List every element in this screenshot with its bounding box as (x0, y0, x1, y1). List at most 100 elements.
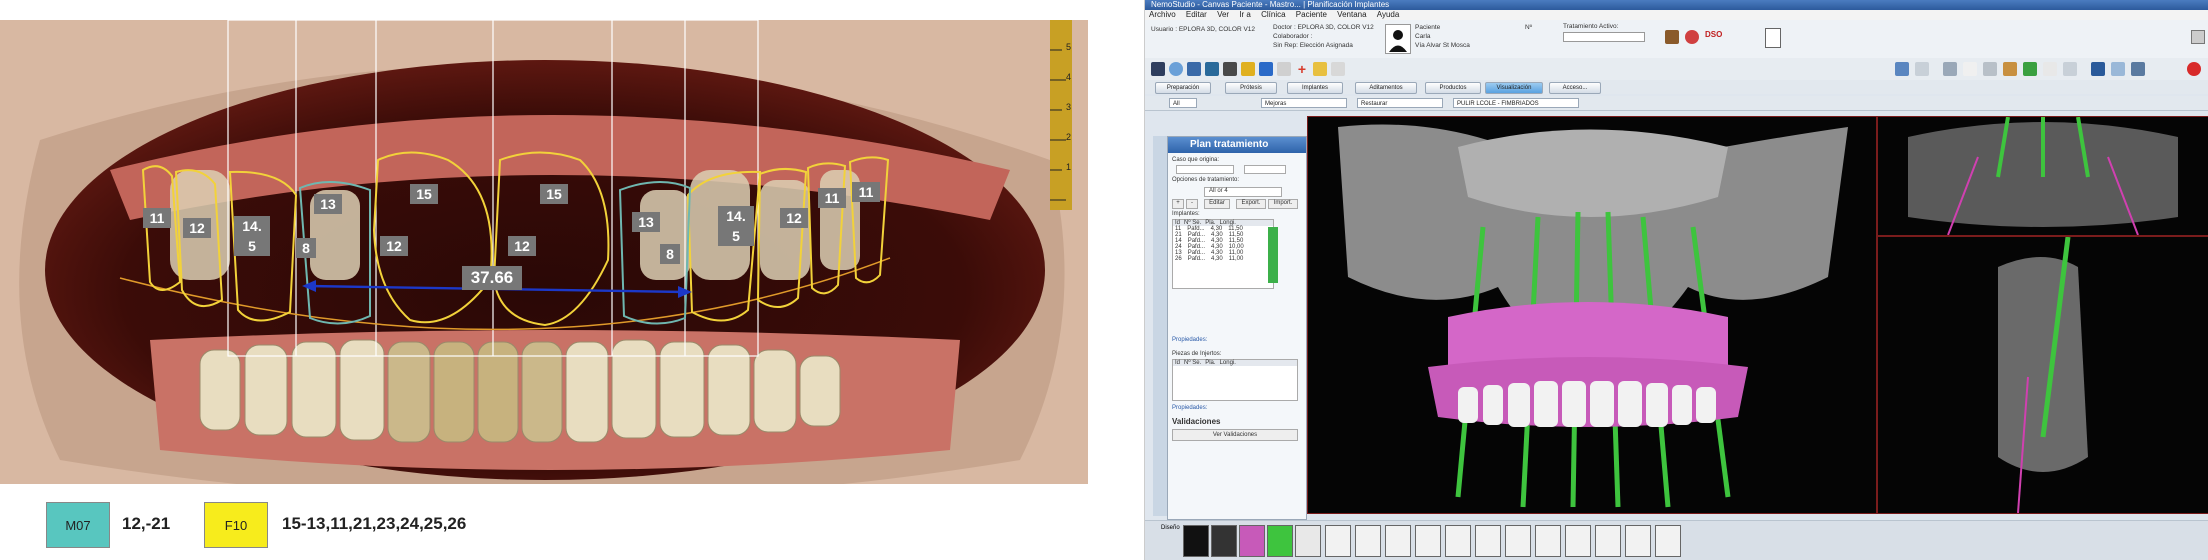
table-row[interactable]: 26 Pafd... 4,30 11,00 (1173, 256, 1273, 262)
sidebar-collapse-strip[interactable] (1153, 136, 1167, 516)
menu-ir-a[interactable]: Ir a (1239, 10, 1251, 19)
options-select[interactable]: All or 4 (1204, 187, 1282, 197)
menu-paciente[interactable]: Paciente (1296, 10, 1327, 19)
implants-label: Implantes: (1172, 211, 1200, 217)
3d-viewer[interactable] (1307, 116, 1877, 514)
document-icon[interactable] (2043, 62, 2057, 76)
cross-section-viewer[interactable] (1877, 236, 2208, 514)
filter-all[interactable]: All (1169, 98, 1197, 108)
zoom-icon[interactable] (1915, 62, 1929, 76)
thumbnail[interactable] (1505, 525, 1531, 557)
tooth-label: 13 (314, 194, 342, 214)
caso-select-2[interactable] (1244, 165, 1286, 174)
rotate-icon[interactable] (1331, 62, 1345, 76)
menu-ver[interactable]: Ver (1217, 10, 1229, 19)
menu-archivo[interactable]: Archivo (1149, 10, 1176, 19)
patient-label: Paciente (1415, 24, 1441, 31)
layout-icon[interactable] (1943, 62, 1957, 76)
tooth-label: 15 (410, 184, 438, 204)
lock-icon[interactable] (2003, 62, 2017, 76)
axial-slice-render (1908, 116, 2178, 236)
doctor-field: Doctor : EPLORA 3D, COLOR V12 (1273, 24, 1374, 31)
patient-avatar (1385, 24, 1411, 54)
menu-ayuda[interactable]: Ayuda (1377, 10, 1400, 19)
cross-section-render (1998, 236, 2088, 514)
thumbnail[interactable] (1211, 525, 1237, 557)
pencil-icon[interactable] (1241, 62, 1255, 76)
lungs-icon[interactable] (1685, 30, 1699, 44)
remove-button[interactable]: - (1186, 199, 1198, 209)
monitor-icon[interactable] (1205, 62, 1219, 76)
thumbnail[interactable] (1535, 525, 1561, 557)
thumbnail[interactable] (1565, 525, 1591, 557)
menu-ventana[interactable]: Ventana (1337, 10, 1366, 19)
tab-acceso[interactable]: Acceso... (1549, 82, 1601, 94)
user-field: Usuario : EPLORA 3D, COLOR V12 (1151, 26, 1256, 33)
thumbnail[interactable] (1183, 525, 1209, 557)
filter-pulir[interactable]: PULIR LCOLE - FIMBRIADOS (1453, 98, 1579, 108)
notepad-icon[interactable] (1765, 28, 1781, 48)
thumbnail[interactable] (1625, 525, 1651, 557)
implant-status-column (1268, 227, 1278, 283)
filter-restaurar[interactable]: Restaurar (1357, 98, 1443, 108)
tab-implantes[interactable]: Implantes (1287, 82, 1343, 94)
thumbnail[interactable] (1325, 525, 1351, 557)
import-button[interactable]: Import. (1268, 199, 1298, 209)
panel-icon[interactable] (1895, 62, 1909, 76)
menu-editar[interactable]: Editar (1186, 10, 1207, 19)
copy-icon[interactable] (1277, 62, 1291, 76)
stack-icon[interactable] (2111, 62, 2125, 76)
add-button[interactable]: + (1172, 199, 1184, 209)
thumbnail[interactable] (1355, 525, 1381, 557)
tooth-icon[interactable] (1963, 62, 1977, 76)
lock-icon[interactable] (1665, 30, 1679, 44)
menu-bar: Archivo Editar Ver Ir a Clínica Paciente… (1145, 10, 2208, 20)
properties-label-2: Propiedades: (1172, 405, 1208, 411)
thumbnail[interactable] (1445, 525, 1471, 557)
filter-mejoras[interactable]: Mejoras (1261, 98, 1347, 108)
thumbnail[interactable] (1239, 525, 1265, 557)
arrow-right-icon[interactable] (1259, 62, 1273, 76)
thumbnail[interactable] (1415, 525, 1441, 557)
shade-teeth-m07: 12,-21 (122, 514, 171, 533)
tab-aditamentos[interactable]: Aditamentos (1355, 82, 1417, 94)
settings-icon[interactable] (2191, 30, 2205, 44)
collaborator-field: Colaborador : (1273, 33, 1313, 40)
caso-select[interactable] (1176, 165, 1234, 174)
ruler-mark: 4 (1066, 72, 1072, 82)
database-icon[interactable] (2023, 62, 2037, 76)
edit-button[interactable]: Editar (1204, 199, 1230, 209)
thumbnail[interactable] (1595, 525, 1621, 557)
thumbnail-strip: Diseño (1145, 520, 2208, 560)
thumbnail[interactable] (1267, 525, 1293, 557)
tab-productos[interactable]: Productos (1425, 82, 1481, 94)
active-treatment-select[interactable] (1563, 32, 1645, 42)
tab-protesis[interactable]: Prótesis (1225, 82, 1277, 94)
globe-icon[interactable] (1169, 62, 1183, 76)
thumbnail[interactable] (1475, 525, 1501, 557)
printer-icon[interactable] (1983, 62, 1997, 76)
dso-icon[interactable]: DSO (1705, 30, 1722, 44)
measurement-label: 37.66 (462, 266, 522, 290)
eraser-icon[interactable] (1313, 62, 1327, 76)
tab-visualizacion[interactable]: Visualización (1485, 82, 1543, 94)
axial-viewer[interactable] (1877, 116, 2208, 236)
menu-clinica[interactable]: Clínica (1261, 10, 1285, 19)
tooth-label: 8 (660, 244, 680, 264)
patient-number: Nº (1525, 24, 1533, 31)
thumbnail[interactable] (1655, 525, 1681, 557)
export-button[interactable]: Export. (1236, 199, 1266, 209)
crosshair-icon[interactable]: + (1295, 62, 1309, 76)
image-icon[interactable] (1187, 62, 1201, 76)
ruler-mark: 3 (1066, 102, 1072, 112)
grid-icon[interactable] (1223, 62, 1237, 76)
eye-icon[interactable] (2091, 62, 2105, 76)
thumbnail[interactable] (1295, 525, 1321, 557)
photo-icon[interactable] (2063, 62, 2077, 76)
view-validations-button[interactable]: Ver Validaciones (1172, 429, 1298, 441)
tab-preparacion[interactable]: Preparación (1155, 82, 1211, 94)
user-icon[interactable] (2131, 62, 2145, 76)
save-icon[interactable] (1151, 62, 1165, 76)
exit-icon[interactable] (2187, 62, 2201, 76)
thumbnail[interactable] (1385, 525, 1411, 557)
